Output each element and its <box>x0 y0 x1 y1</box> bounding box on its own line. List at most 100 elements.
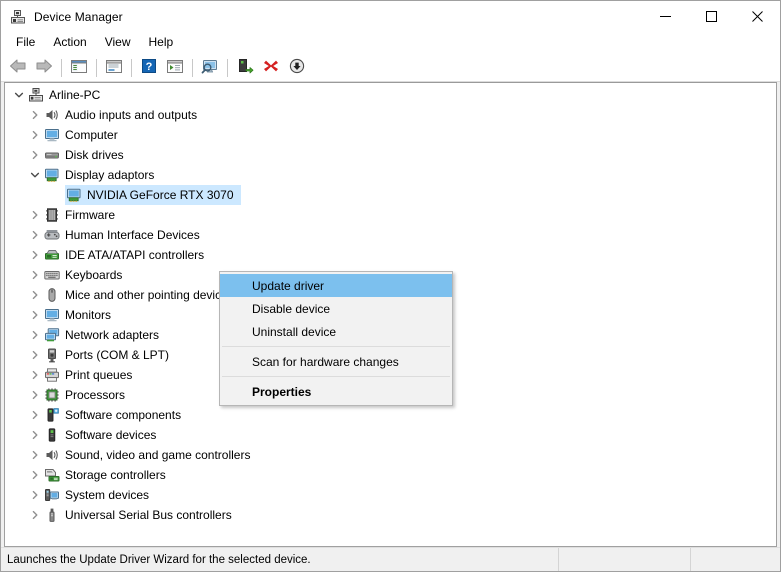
status-pane-2 <box>559 548 691 571</box>
menu-file[interactable]: File <box>7 33 44 53</box>
chevron-right-icon[interactable] <box>27 345 43 365</box>
minimize-button[interactable] <box>642 1 688 32</box>
tree-row[interactable]: Audio inputs and outputs <box>5 105 776 125</box>
tree-row-content[interactable]: Print queues <box>43 365 139 385</box>
chevron-right-icon[interactable] <box>27 325 43 345</box>
tree-row-content[interactable]: Storage controllers <box>43 465 173 485</box>
tree-row[interactable]: Human Interface Devices <box>5 225 776 245</box>
toolbar-separator-2 <box>96 58 97 77</box>
chevron-right-icon[interactable] <box>27 125 43 145</box>
back-button[interactable] <box>5 56 31 80</box>
menu-view[interactable]: View <box>96 33 140 53</box>
toolbar-separator-1 <box>61 58 62 77</box>
tree-row-content[interactable]: Computer <box>43 125 125 145</box>
tree-root-row[interactable]: Arline-PC <box>5 85 776 105</box>
menu-help[interactable]: Help <box>140 33 183 53</box>
tree-row[interactable]: Firmware <box>5 205 776 225</box>
tree-row-content[interactable]: Display adaptors <box>43 165 161 185</box>
chevron-down-icon[interactable] <box>11 85 27 105</box>
firmware-chip-icon <box>44 207 60 223</box>
chevron-right-icon[interactable] <box>27 485 43 505</box>
device-tree[interactable]: Arline-PC Audio inputs and outputs Compute… <box>4 82 777 547</box>
ctx-separator-2 <box>222 376 450 377</box>
tree-row[interactable]: Disk drives <box>5 145 776 165</box>
chevron-right-icon[interactable] <box>27 445 43 465</box>
tree-row[interactable]: IDE ATA/ATAPI controllers <box>5 245 776 265</box>
ctx-update-driver[interactable]: Update driver <box>220 274 452 297</box>
tree-row-content[interactable]: Arline-PC <box>27 85 107 105</box>
ctx-scan-hardware-changes[interactable]: Scan for hardware changes <box>220 350 452 373</box>
chevron-right-icon[interactable] <box>27 225 43 245</box>
tree-row-content[interactable]: Processors <box>43 385 132 405</box>
tree-row-content[interactable]: Ports (COM & LPT) <box>43 345 176 365</box>
menu-action[interactable]: Action <box>44 33 95 53</box>
chevron-right-icon[interactable] <box>27 145 43 165</box>
tree-row[interactable]: NVIDIA GeForce RTX 3070 <box>5 185 776 205</box>
chevron-right-icon[interactable] <box>27 205 43 225</box>
tree-row[interactable]: Software components <box>5 405 776 425</box>
chevron-right-icon[interactable] <box>27 285 43 305</box>
network-adapter-icon <box>44 327 60 343</box>
port-icon <box>44 347 60 363</box>
tree-row-content[interactable]: Firmware <box>43 205 122 225</box>
tree-row-content[interactable]: Software devices <box>43 425 163 445</box>
tree-row-content[interactable]: Disk drives <box>43 145 131 165</box>
chevron-right-icon[interactable] <box>27 385 43 405</box>
ctx-uninstall-device[interactable]: Uninstall device <box>220 320 452 343</box>
help-question-icon: ? <box>141 58 157 77</box>
software-component-icon <box>44 407 60 423</box>
properties-button[interactable] <box>101 56 127 80</box>
tree-row-content[interactable]: Universal Serial Bus controllers <box>43 505 239 525</box>
close-button[interactable] <box>734 1 780 32</box>
back-arrow-icon <box>8 58 28 77</box>
scan-monitor-icon <box>200 58 220 78</box>
tree-row[interactable]: Display adaptors <box>5 165 776 185</box>
tree-row-content[interactable]: Keyboards <box>43 265 129 285</box>
ctx-properties[interactable]: Properties <box>220 380 452 403</box>
show-hide-console-tree-button[interactable] <box>66 56 92 80</box>
tree-row-content[interactable]: Network adapters <box>43 325 166 345</box>
tree-row-content[interactable]: Monitors <box>43 305 118 325</box>
tree-row-label: Human Interface Devices <box>65 228 200 242</box>
forward-button[interactable] <box>31 56 57 80</box>
tree-row-content[interactable]: NVIDIA GeForce RTX 3070 <box>65 185 241 205</box>
tree-row-content[interactable]: Sound, video and game controllers <box>43 445 257 465</box>
tree-row-content[interactable]: Audio inputs and outputs <box>43 105 204 125</box>
tree-row-content[interactable]: System devices <box>43 485 156 505</box>
chevron-right-icon[interactable] <box>27 245 43 265</box>
chevron-right-icon[interactable] <box>27 425 43 445</box>
chevron-right-icon[interactable] <box>27 365 43 385</box>
tree-row-label: Audio inputs and outputs <box>65 108 198 122</box>
tree-row[interactable]: System devices <box>5 485 776 505</box>
chevron-right-icon[interactable] <box>27 265 43 285</box>
tree-row-content[interactable]: Mice and other pointing devices <box>43 285 241 305</box>
disable-device-button[interactable] <box>284 56 310 80</box>
scan-hardware-changes-button[interactable] <box>197 56 223 80</box>
console-tree-icon <box>70 58 88 77</box>
show-hidden-devices-button[interactable] <box>162 56 188 80</box>
tree-row[interactable]: Universal Serial Bus controllers <box>5 505 776 525</box>
tree-row[interactable]: Storage controllers <box>5 465 776 485</box>
ide-controller-icon <box>44 247 60 263</box>
context-menu[interactable]: Update driver Disable device Uninstall dev… <box>219 271 453 406</box>
maximize-button[interactable] <box>688 1 734 32</box>
tree-row[interactable]: Software devices <box>5 425 776 445</box>
update-driver-button[interactable] <box>232 56 258 80</box>
ctx-disable-device[interactable]: Disable device <box>220 297 452 320</box>
help-button[interactable]: ? <box>136 56 162 80</box>
chevron-right-icon[interactable] <box>27 305 43 325</box>
chevron-right-icon[interactable] <box>27 405 43 425</box>
chevron-down-icon[interactable] <box>27 165 43 185</box>
chevron-right-icon[interactable] <box>27 105 43 125</box>
tree-row-content[interactable]: Software components <box>43 405 188 425</box>
tree-row-label: Firmware <box>65 208 115 222</box>
status-pane-3 <box>691 548 780 571</box>
chevron-right-icon[interactable] <box>27 505 43 525</box>
tree-row[interactable]: Computer <box>5 125 776 145</box>
uninstall-device-button[interactable] <box>258 56 284 80</box>
tree-row-content[interactable]: IDE ATA/ATAPI controllers <box>43 245 211 265</box>
tree-row[interactable]: Sound, video and game controllers <box>5 445 776 465</box>
tree-row-label: System devices <box>65 488 150 502</box>
tree-row-content[interactable]: Human Interface Devices <box>43 225 207 245</box>
chevron-right-icon[interactable] <box>27 465 43 485</box>
